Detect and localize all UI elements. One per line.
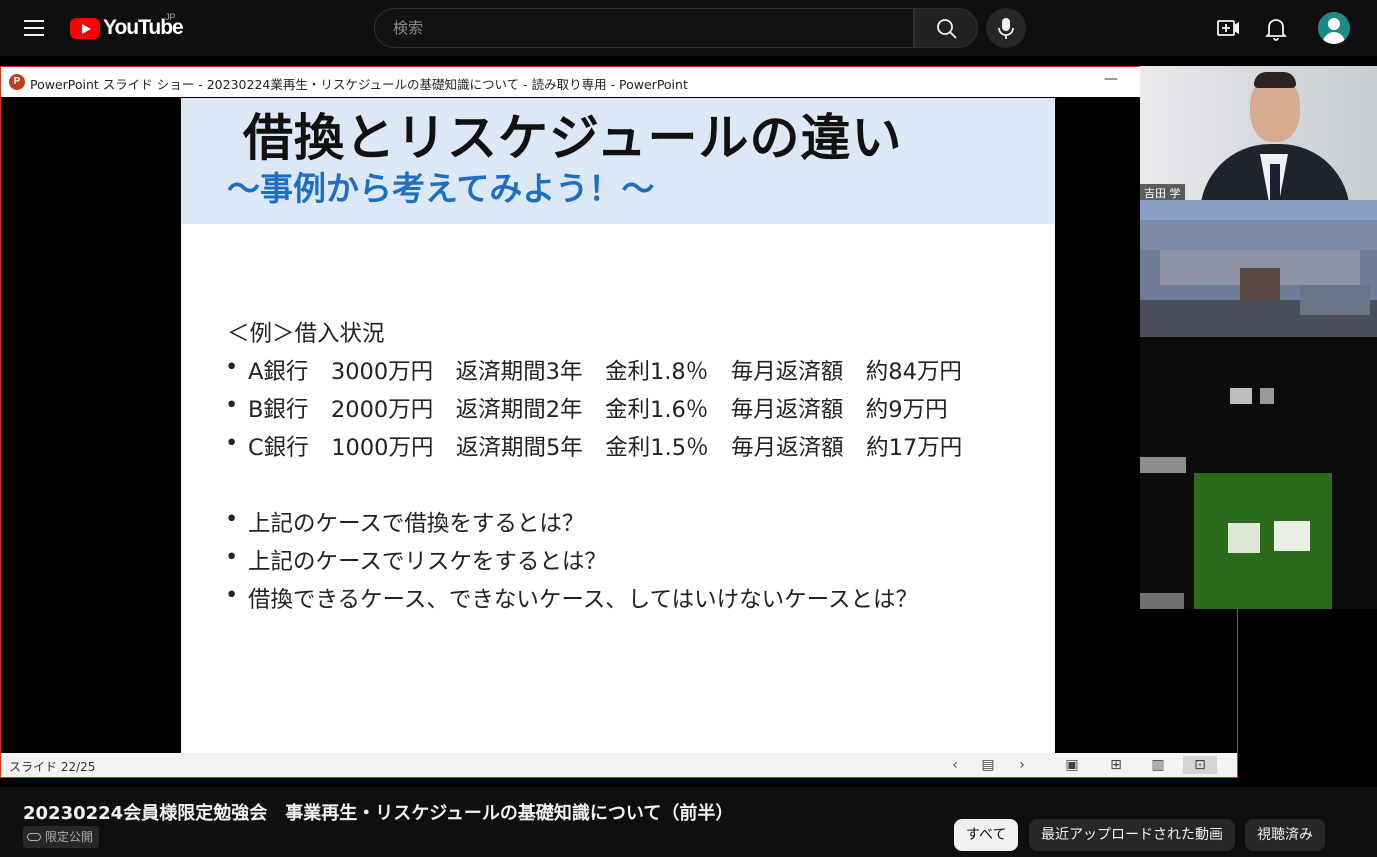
powerpoint-icon: P	[9, 74, 25, 90]
slide-header: 借換とリスケジュールの違い ～事例から考えてみよう！～	[181, 98, 1055, 224]
bank-row-a: A銀行 3000万円 返済期間3年 金利1.8％ 毎月返済額 約84万円	[248, 359, 962, 385]
search-icon	[937, 19, 957, 39]
participant-video-dark	[1140, 337, 1377, 473]
prev-slide-icon[interactable]: ‹	[946, 756, 964, 774]
ppt-window-title: PowerPoint スライド ショー - 20230224業再生・リスケジュー…	[30, 77, 688, 92]
participant-video-blurred	[1140, 200, 1377, 337]
slide-counter: スライド 22/25	[9, 760, 96, 774]
slide-sorter-icon[interactable]: ⊞	[1107, 756, 1125, 774]
question-2: 上記のケースでリスケをするとは？	[248, 549, 607, 575]
search-box	[374, 8, 914, 48]
region-label: JP	[165, 12, 176, 22]
chip-recent-uploads[interactable]: 最近アップロードされた動画	[1029, 819, 1235, 851]
menu-icon[interactable]	[24, 18, 46, 38]
ppt-statusbar: スライド 22/25 ‹ ▤ › ▣ ⊞ ▥ ⊡	[1, 753, 1237, 777]
video-title: 20230224会員様限定勉強会 事業再生・リスケジュールの基礎知識について（前…	[23, 803, 734, 824]
mic-icon	[998, 18, 1014, 39]
privacy-badge: 限定公開	[23, 826, 100, 848]
bell-icon	[1264, 19, 1288, 41]
notifications-button[interactable]	[1258, 10, 1294, 46]
slideshow-view-icon[interactable]: ⊡	[1183, 756, 1217, 774]
next-slide-icon[interactable]: ›	[1013, 756, 1031, 774]
ppt-titlebar: P PowerPoint スライド ショー - 20230224業再生・リスケジ…	[1, 67, 1237, 97]
chip-watched[interactable]: 視聴済み	[1245, 819, 1325, 851]
account-avatar[interactable]	[1318, 12, 1350, 44]
video-plus-icon	[1217, 20, 1239, 36]
bank-row-c: C銀行 1000万円 返済期間5年 金利1.5％ 毎月返済額 約17万円	[248, 435, 963, 461]
play-logo-icon	[70, 17, 100, 39]
slide-subtitle: ～事例から考えてみよう！～	[227, 169, 655, 208]
search-input[interactable]	[391, 18, 895, 38]
create-button[interactable]	[1210, 10, 1246, 46]
search-button[interactable]	[914, 8, 978, 48]
link-icon	[27, 833, 41, 841]
normal-view-icon[interactable]: ▣	[1063, 756, 1081, 774]
example-heading: ＜例＞借入状況	[227, 321, 385, 347]
masthead: YouTube JP	[0, 0, 1377, 56]
participant-video-green	[1140, 473, 1377, 609]
chip-all[interactable]: すべて	[954, 819, 1019, 851]
slide-list-icon[interactable]: ▤	[979, 756, 997, 774]
bank-row-b: B銀行 2000万円 返済期間2年 金利1.6％ 毎月返済額 約9万円	[248, 397, 948, 423]
slide: 借換とリスケジュールの違い ～事例から考えてみよう！～ ＜例＞借入状況 • A銀…	[181, 98, 1055, 753]
minimize-button[interactable]: —	[1101, 71, 1121, 91]
slide-title: 借換とリスケジュールの違い	[243, 109, 903, 167]
voice-search-button[interactable]	[986, 8, 1026, 48]
question-3: 借換できるケース、できないケース、してはいけないケースとは？	[248, 587, 919, 613]
question-1: 上記のケースで借換をするとは？	[248, 511, 585, 537]
reading-view-icon[interactable]: ▥	[1149, 756, 1167, 774]
speaker-video	[1140, 66, 1377, 200]
